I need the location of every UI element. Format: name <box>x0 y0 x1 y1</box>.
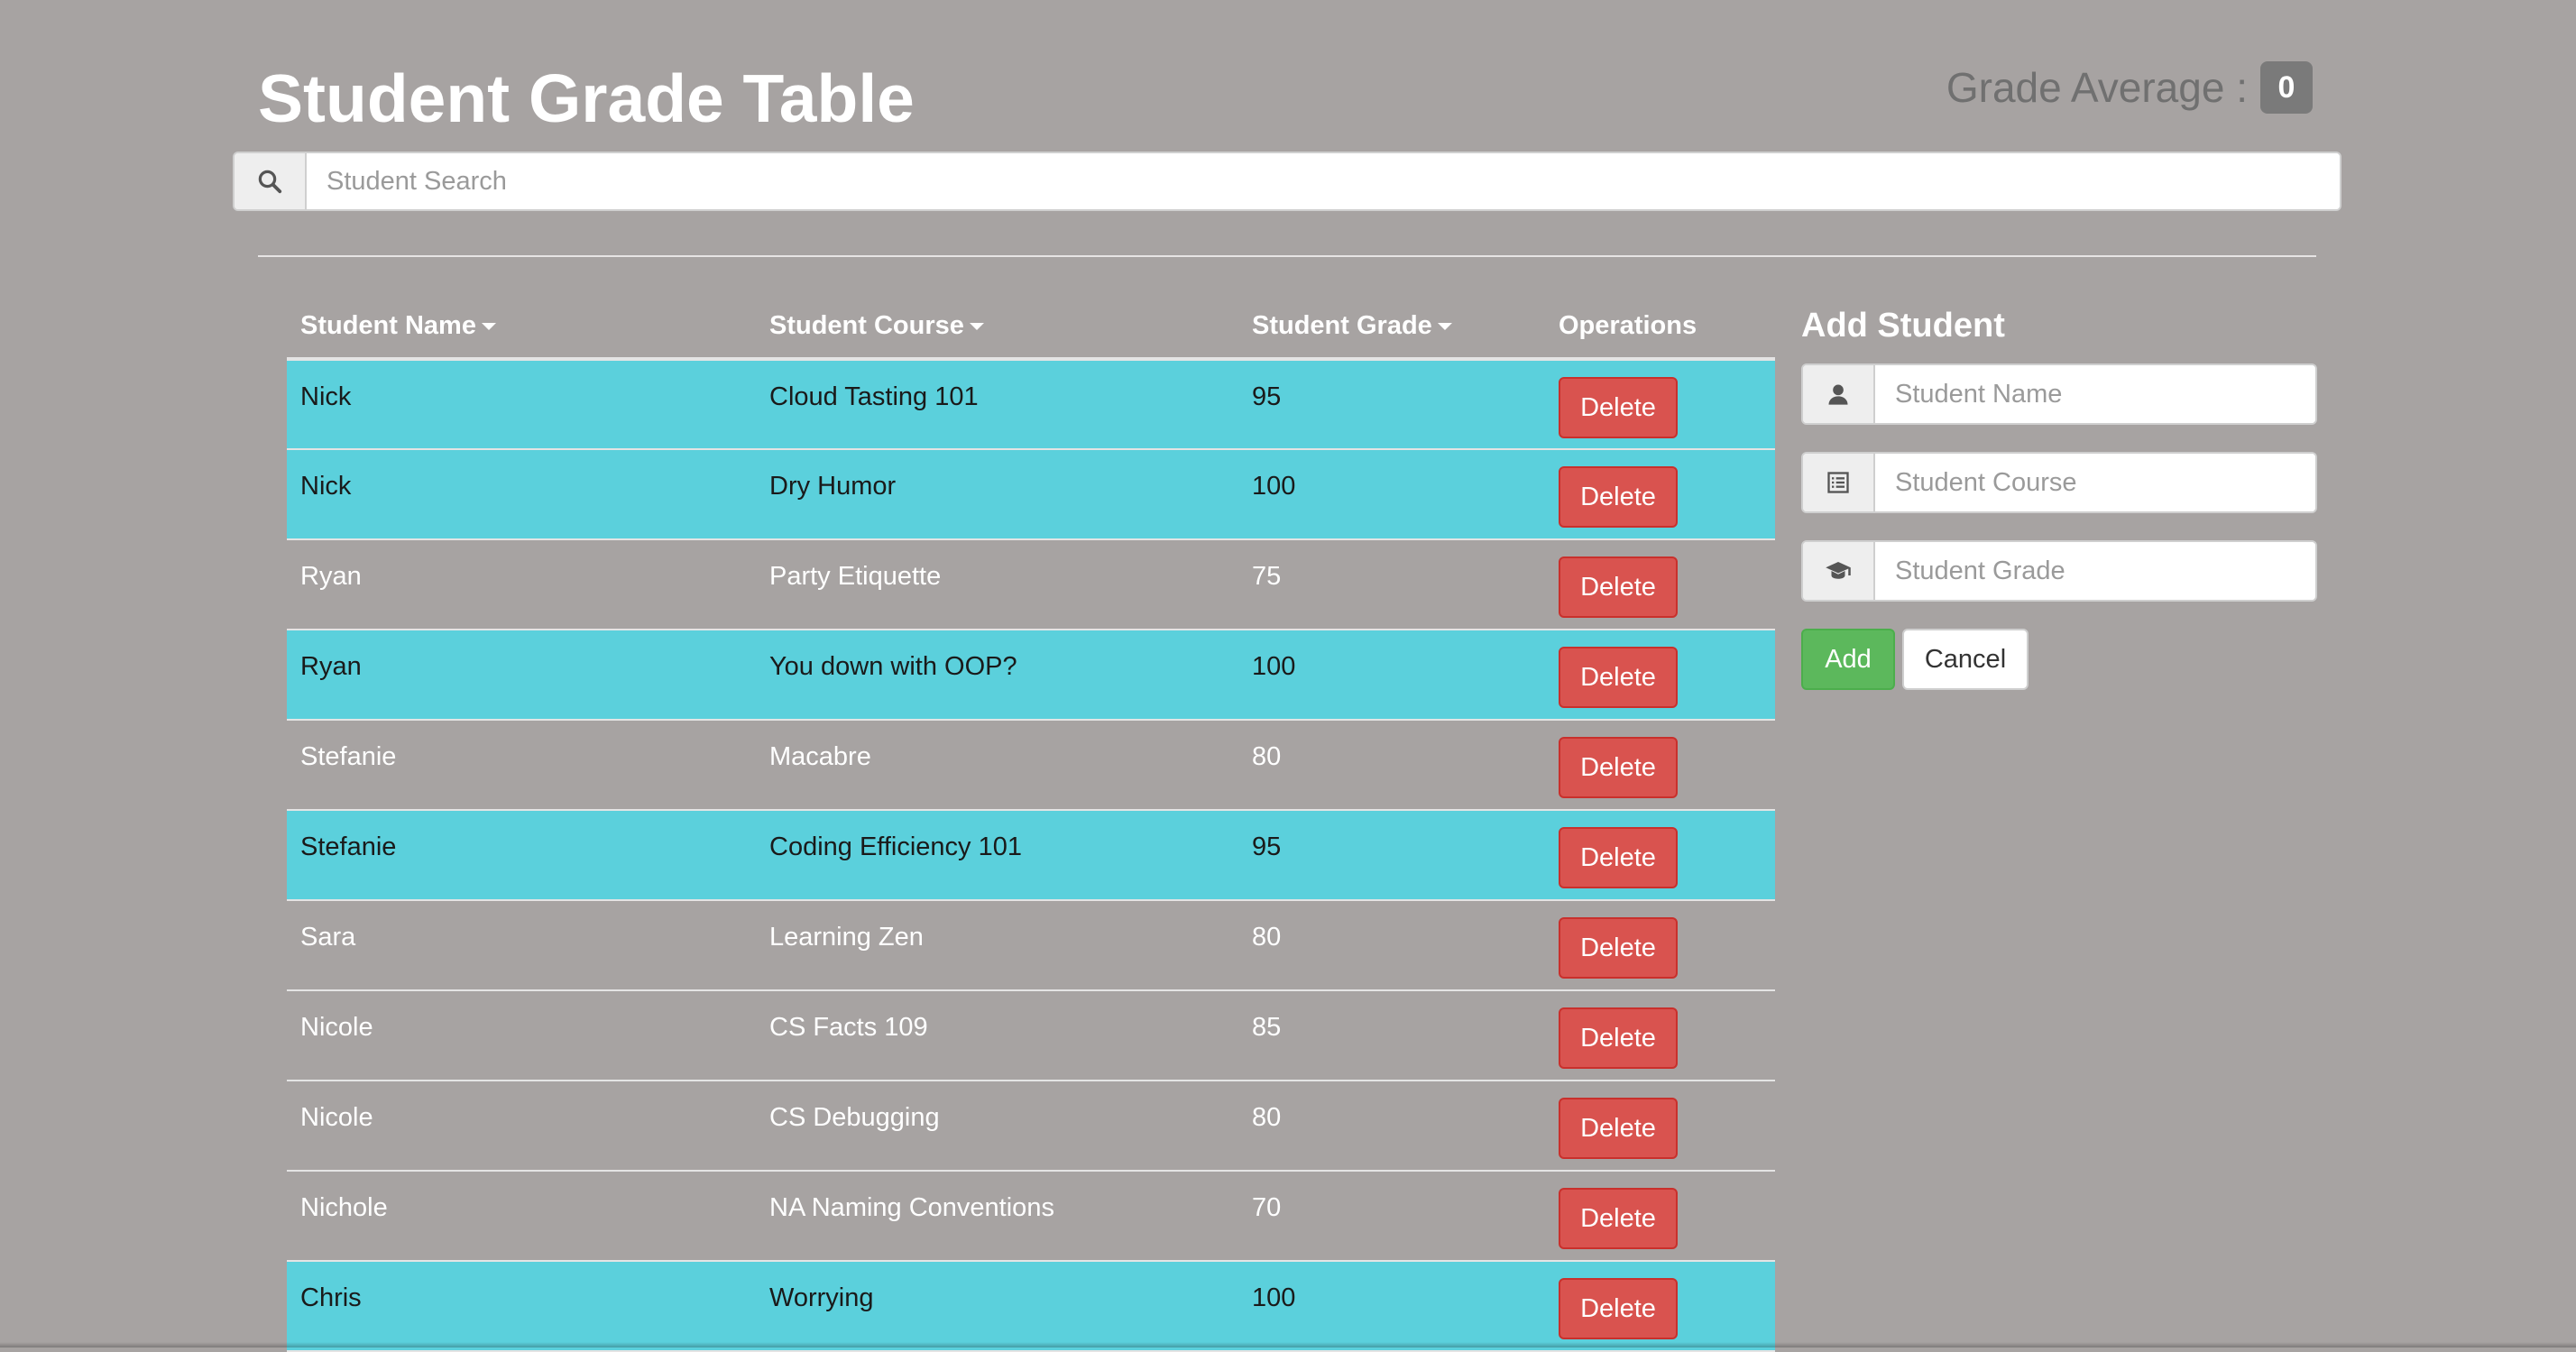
student-name-cell: Nicole <box>287 990 756 1081</box>
student-name-input[interactable] <box>1875 365 2315 423</box>
table-row: Nicole CS Facts 109 85 Delete <box>287 990 1775 1081</box>
table-row: Chris Worrying 100 Delete <box>287 1261 1775 1352</box>
delete-button[interactable]: Delete <box>1559 377 1678 438</box>
list-alt-icon <box>1803 454 1875 511</box>
student-grade-cell: 100 <box>1238 1261 1545 1352</box>
table-row: Nicole CS Debugging 80 Delete <box>287 1081 1775 1172</box>
student-name-cell: Chris <box>287 1261 756 1352</box>
add-student-title: Add Student <box>1801 307 2005 345</box>
cancel-button[interactable]: Cancel <box>1902 629 2029 690</box>
delete-button[interactable]: Delete <box>1559 556 1678 618</box>
student-grade-cell: 95 <box>1238 359 1545 450</box>
form-buttons: Add Cancel <box>1801 629 2317 690</box>
page-title: Student Grade Table <box>258 60 915 136</box>
student-grade-cell: 100 <box>1238 449 1545 540</box>
student-grade-cell: 80 <box>1238 720 1545 811</box>
student-grade-cell: 70 <box>1238 1171 1545 1262</box>
student-name-cell: Nicole <box>287 1081 756 1172</box>
student-course-cell: Macabre <box>756 720 1238 811</box>
student-grade-cell: 85 <box>1238 990 1545 1081</box>
student-name-cell: Ryan <box>287 539 756 630</box>
search-input[interactable] <box>307 153 2340 209</box>
table-row: Nick Dry Humor 100 Delete <box>287 449 1775 540</box>
column-header-operations: Operations <box>1545 294 1775 361</box>
student-grade-cell: 80 <box>1238 900 1545 991</box>
student-course-cell: NA Naming Conventions <box>756 1171 1238 1262</box>
delete-button[interactable]: Delete <box>1559 647 1678 708</box>
operations-cell: Delete <box>1545 630 1775 721</box>
sort-caret-icon <box>969 322 984 330</box>
user-icon <box>1803 365 1875 423</box>
delete-button[interactable]: Delete <box>1559 1007 1678 1069</box>
table-row: Stefanie Coding Efficiency 101 95 Delete <box>287 810 1775 901</box>
add-button[interactable]: Add <box>1801 629 1895 690</box>
table-body: Nick Cloud Tasting 101 95 Delete Nick Dry Hum… <box>287 359 1775 1352</box>
table-row: Stefanie Macabre 80 Delete <box>287 720 1775 811</box>
student-name-field <box>1801 363 2317 425</box>
student-course-input[interactable] <box>1875 454 2315 511</box>
column-header-name[interactable]: Student Name <box>287 294 756 361</box>
student-name-cell: Stefanie <box>287 810 756 901</box>
student-course-cell: Cloud Tasting 101 <box>756 359 1238 450</box>
student-course-cell: Learning Zen <box>756 900 1238 991</box>
delete-button[interactable]: Delete <box>1559 827 1678 888</box>
student-course-cell: Coding Efficiency 101 <box>756 810 1238 901</box>
divider <box>258 255 2316 257</box>
table-row: Nick Cloud Tasting 101 95 Delete <box>287 359 1775 450</box>
operations-cell: Delete <box>1545 539 1775 630</box>
student-grade-cell: 80 <box>1238 1081 1545 1172</box>
table-header-row: Student Name Student Course Student Grad… <box>287 294 1775 361</box>
student-grade-input[interactable] <box>1875 542 2315 600</box>
delete-button[interactable]: Delete <box>1559 917 1678 979</box>
student-table: Student Name Student Course Student Grad… <box>287 294 1775 1352</box>
student-course-field <box>1801 452 2317 513</box>
grade-average-label: Grade Average : <box>1946 64 2248 111</box>
student-name-cell: Nick <box>287 359 756 450</box>
student-name-cell: Ryan <box>287 630 756 721</box>
search-bar <box>233 152 2341 211</box>
sort-caret-icon <box>1437 322 1452 330</box>
student-course-cell: You down with OOP? <box>756 630 1238 721</box>
column-header-grade[interactable]: Student Grade <box>1238 294 1545 361</box>
student-course-cell: Worrying <box>756 1261 1238 1352</box>
sort-caret-icon <box>481 322 496 330</box>
delete-button[interactable]: Delete <box>1559 466 1678 528</box>
table-row: Nichole NA Naming Conventions 70 Delete <box>287 1171 1775 1262</box>
column-header-course[interactable]: Student Course <box>756 294 1238 361</box>
delete-button[interactable]: Delete <box>1559 1188 1678 1249</box>
operations-cell: Delete <box>1545 1081 1775 1172</box>
search-icon <box>235 153 307 209</box>
bottom-shadow <box>0 1342 2576 1347</box>
delete-button[interactable]: Delete <box>1559 737 1678 798</box>
operations-cell: Delete <box>1545 810 1775 901</box>
student-grade-cell: 75 <box>1238 539 1545 630</box>
student-name-cell: Stefanie <box>287 720 756 811</box>
student-course-cell: Party Etiquette <box>756 539 1238 630</box>
student-grade-field <box>1801 540 2317 602</box>
operations-cell: Delete <box>1545 1261 1775 1352</box>
operations-cell: Delete <box>1545 1171 1775 1262</box>
student-course-cell: Dry Humor <box>756 449 1238 540</box>
operations-cell: Delete <box>1545 720 1775 811</box>
student-name-cell: Nick <box>287 449 756 540</box>
student-name-cell: Nichole <box>287 1171 756 1262</box>
table-row: Sara Learning Zen 80 Delete <box>287 900 1775 991</box>
delete-button[interactable]: Delete <box>1559 1278 1678 1339</box>
table-row: Ryan You down with OOP? 100 Delete <box>287 630 1775 721</box>
student-course-cell: CS Debugging <box>756 1081 1238 1172</box>
table-row: Ryan Party Etiquette 75 Delete <box>287 539 1775 630</box>
grade-average: Grade Average : 0 <box>1946 61 2313 114</box>
student-name-cell: Sara <box>287 900 756 991</box>
delete-button[interactable]: Delete <box>1559 1098 1678 1159</box>
student-grade-cell: 100 <box>1238 630 1545 721</box>
operations-cell: Delete <box>1545 359 1775 450</box>
graduation-cap-icon <box>1803 542 1875 600</box>
grade-average-badge: 0 <box>2260 61 2313 114</box>
student-grade-cell: 95 <box>1238 810 1545 901</box>
operations-cell: Delete <box>1545 990 1775 1081</box>
operations-cell: Delete <box>1545 449 1775 540</box>
operations-cell: Delete <box>1545 900 1775 991</box>
student-course-cell: CS Facts 109 <box>756 990 1238 1081</box>
add-student-panel: Add Student Add Cancel <box>1801 301 2317 690</box>
